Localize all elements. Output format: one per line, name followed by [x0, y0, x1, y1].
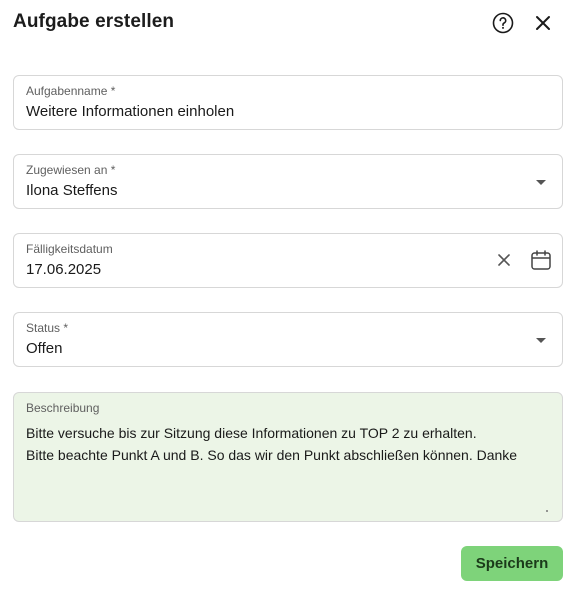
status-value[interactable]: Offen [26, 340, 62, 357]
task-name-field[interactable]: Aufgabenname * Weitere Informationen ein… [13, 75, 563, 130]
assignee-label: Zugewiesen an * [26, 163, 116, 177]
chevron-down-icon[interactable] [536, 338, 546, 343]
chevron-down-icon[interactable] [536, 180, 546, 185]
due-date-field[interactable]: Fälligkeitsdatum 17.06.2025 [13, 233, 563, 288]
assignee-value[interactable]: Ilona Steffens [26, 182, 117, 199]
due-date-input[interactable]: 17.06.2025 [26, 261, 101, 278]
calendar-icon[interactable] [530, 249, 552, 271]
dialog-header: Aufgabe erstellen [13, 8, 565, 40]
help-icon[interactable] [491, 11, 515, 35]
dialog-title: Aufgabe erstellen [13, 11, 175, 32]
task-name-label: Aufgabenname * [26, 84, 116, 98]
create-task-dialog: Aufgabe erstellen Aufgabenname * Weitere… [0, 0, 579, 592]
due-date-label: Fälligkeitsdatum [26, 242, 113, 256]
description-label: Beschreibung [26, 401, 100, 415]
description-field[interactable]: Beschreibung Bitte versuche bis zur Sitz… [13, 392, 563, 522]
save-button[interactable]: Speichern [461, 546, 563, 581]
task-name-input[interactable]: Weitere Informationen einholen [26, 103, 234, 120]
assignee-select[interactable]: Zugewiesen an * Ilona Steffens [13, 154, 563, 209]
resize-handle[interactable] [546, 510, 548, 512]
clear-icon[interactable] [496, 252, 512, 268]
close-icon[interactable] [532, 12, 554, 34]
status-label: Status * [26, 321, 69, 335]
description-textarea[interactable]: Bitte versuche bis zur Sitzung diese Inf… [26, 422, 552, 466]
status-select[interactable]: Status * Offen [13, 312, 563, 367]
